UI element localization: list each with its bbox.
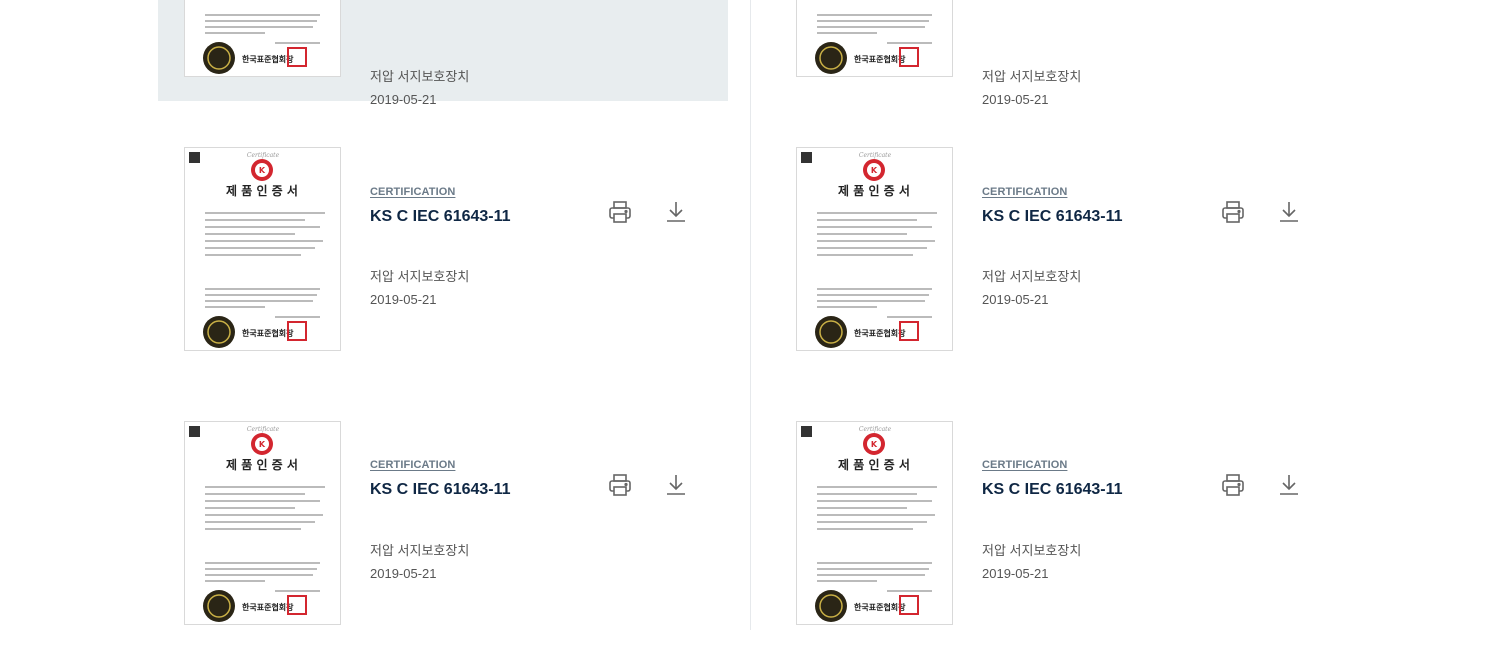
print-button[interactable] <box>1218 197 1248 227</box>
svg-text:K: K <box>871 440 878 449</box>
download-button[interactable] <box>1274 197 1304 227</box>
svg-text:한국표준협회장: 한국표준협회장 <box>854 54 906 64</box>
svg-text:한국표준협회장: 한국표준협회장 <box>242 602 294 612</box>
certificate-date: 2019-05-21 <box>370 92 437 107</box>
certificate-card[interactable]: Certificate K 제 품 인 증 서 한국표준협회장 CERTIFIC… <box>770 414 1340 649</box>
download-button[interactable] <box>661 470 691 500</box>
download-icon <box>1280 475 1298 495</box>
svg-text:제 품 인 증 서: 제 품 인 증 서 <box>838 183 910 198</box>
svg-text:K: K <box>259 440 266 449</box>
column-divider <box>750 0 751 630</box>
svg-text:Certificate: Certificate <box>247 152 280 159</box>
certificate-thumbnail[interactable]: Certificate K 제 품 인 증 서 한국표준협회장 <box>796 0 953 77</box>
certificate-thumbnail[interactable]: Certificate K 제 품 인 증 서 한국표준협회장 <box>796 421 953 625</box>
certificate-title[interactable]: KS C IEC 61643-11 <box>982 208 1123 226</box>
svg-text:한국표준협회장: 한국표준협회장 <box>242 54 294 64</box>
svg-text:Certificate: Certificate <box>247 426 280 433</box>
certificate-card[interactable]: Certificate K 제 품 인 증 서 한국표준협회장 CERTIFIC… <box>770 140 1340 375</box>
svg-text:한국표준협회장: 한국표준협회장 <box>854 328 906 338</box>
svg-text:Certificate: Certificate <box>859 426 892 433</box>
certificate-date: 2019-05-21 <box>370 566 437 581</box>
certificate-card[interactable]: Certificate K 제 품 인 증 서 한국표준협회장 CERTIFIC… <box>158 414 728 649</box>
print-icon <box>609 474 631 496</box>
download-button[interactable] <box>1274 470 1304 500</box>
certificate-description: 저압 서지보호장치 <box>982 69 1082 84</box>
certificate-description: 저압 서지보호장치 <box>370 543 470 558</box>
certificate-category: CERTIFICATION <box>370 186 456 198</box>
certificate-card[interactable]: Certificate K 제 품 인 증 서 한국표준협회장 저압 서지보호장… <box>158 0 728 107</box>
certificate-image: Certificate K 제 품 인 증 서 한국표준협회장 <box>801 426 937 622</box>
svg-text:K: K <box>871 166 878 175</box>
certificate-description: 저압 서지보호장치 <box>982 269 1082 284</box>
print-button[interactable] <box>1218 470 1248 500</box>
svg-text:K: K <box>259 166 266 175</box>
certificate-thumbnail[interactable]: Certificate K 제 품 인 증 서 한국표준협회장 <box>184 147 341 351</box>
certificate-image: Certificate K 제 품 인 증 서 한국표준협회장 <box>189 426 325 622</box>
svg-text:Certificate: Certificate <box>859 152 892 159</box>
certificate-image: Certificate K 제 품 인 증 서 한국표준협회장 <box>189 152 325 348</box>
print-button[interactable] <box>605 197 635 227</box>
certificate-category: CERTIFICATION <box>982 459 1068 471</box>
certificate-image: Certificate K 제 품 인 증 서 한국표준협회장 <box>203 14 320 74</box>
certificate-thumbnail[interactable]: Certificate K 제 품 인 증 서 한국표준협회장 <box>184 421 341 625</box>
download-icon <box>667 202 685 222</box>
svg-text:한국표준협회장: 한국표준협회장 <box>854 602 906 612</box>
certificate-title[interactable]: KS C IEC 61643-11 <box>370 208 511 226</box>
svg-text:제 품 인 증 서: 제 품 인 증 서 <box>226 457 298 472</box>
certificate-description: 저압 서지보호장치 <box>370 69 470 84</box>
certificate-category: CERTIFICATION <box>982 186 1068 198</box>
certificate-title[interactable]: KS C IEC 61643-11 <box>982 481 1123 499</box>
certificate-image: Certificate K 제 품 인 증 서 한국표준협회장 <box>801 152 937 348</box>
certificate-date: 2019-05-21 <box>982 92 1049 107</box>
download-icon <box>1280 202 1298 222</box>
certificate-date: 2019-05-21 <box>982 566 1049 581</box>
certificate-thumbnail[interactable]: Certificate K 제 품 인 증 서 한국표준협회장 <box>184 0 341 77</box>
certificate-title[interactable]: KS C IEC 61643-11 <box>370 481 511 499</box>
certificate-thumbnail[interactable]: Certificate K 제 품 인 증 서 한국표준협회장 <box>796 147 953 351</box>
certificate-description: 저압 서지보호장치 <box>982 543 1082 558</box>
certificate-date: 2019-05-21 <box>982 292 1049 307</box>
svg-text:제 품 인 증 서: 제 품 인 증 서 <box>838 457 910 472</box>
print-button[interactable] <box>605 470 635 500</box>
certificate-image: Certificate K 제 품 인 증 서 한국표준협회장 <box>815 14 932 74</box>
download-button[interactable] <box>661 197 691 227</box>
print-icon <box>1222 201 1244 223</box>
certificate-card[interactable]: Certificate K 제 품 인 증 서 한국표준협회장 저압 서지보호장… <box>770 0 1340 107</box>
certificate-card[interactable]: Certificate K 제 품 인 증 서 한국표준협회장 CERTIFIC… <box>158 140 728 375</box>
certificate-description: 저압 서지보호장치 <box>370 269 470 284</box>
download-icon <box>667 475 685 495</box>
svg-text:제 품 인 증 서: 제 품 인 증 서 <box>226 183 298 198</box>
print-icon <box>609 201 631 223</box>
certificate-date: 2019-05-21 <box>370 292 437 307</box>
print-icon <box>1222 474 1244 496</box>
svg-text:한국표준협회장: 한국표준협회장 <box>242 328 294 338</box>
certificate-category: CERTIFICATION <box>370 459 456 471</box>
